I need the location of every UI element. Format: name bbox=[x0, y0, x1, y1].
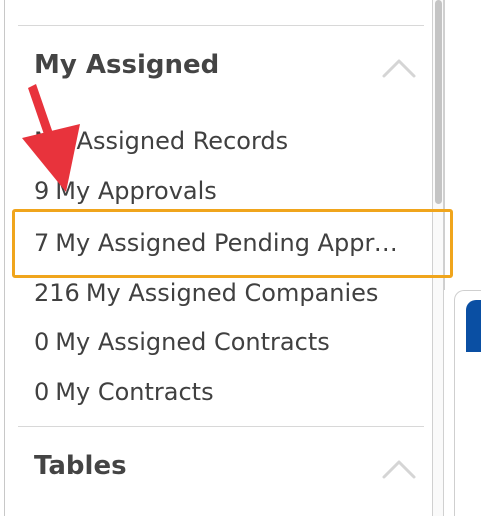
item-count: 0 bbox=[34, 378, 50, 406]
section-title-my-assigned: My Assigned bbox=[34, 50, 220, 80]
highlight-box bbox=[12, 209, 453, 278]
item-count: 0 bbox=[34, 328, 50, 356]
accent-tab[interactable] bbox=[466, 300, 481, 352]
item-count: 216 bbox=[34, 279, 80, 307]
chevron-up-icon[interactable] bbox=[380, 54, 418, 80]
item-label: My Assigned Companies bbox=[85, 279, 379, 307]
section-divider bbox=[18, 426, 424, 427]
arrow-icon bbox=[22, 84, 80, 192]
list-item-my-contracts[interactable]: 0 My Contracts bbox=[34, 377, 214, 407]
item-label: My Assigned Contracts bbox=[55, 328, 330, 356]
sidebar-left-border bbox=[4, 0, 5, 516]
list-item-my-assigned-contracts[interactable]: 0 My Assigned Contracts bbox=[34, 327, 330, 357]
section-title-tables: Tables bbox=[34, 451, 127, 481]
list-item-my-assigned-companies[interactable]: 216 My Assigned Companies bbox=[34, 278, 378, 308]
item-label: My Contracts bbox=[55, 378, 214, 406]
chevron-up-icon[interactable] bbox=[380, 455, 418, 481]
section-divider bbox=[18, 25, 424, 26]
scrollbar-thumb[interactable] bbox=[435, 0, 442, 204]
